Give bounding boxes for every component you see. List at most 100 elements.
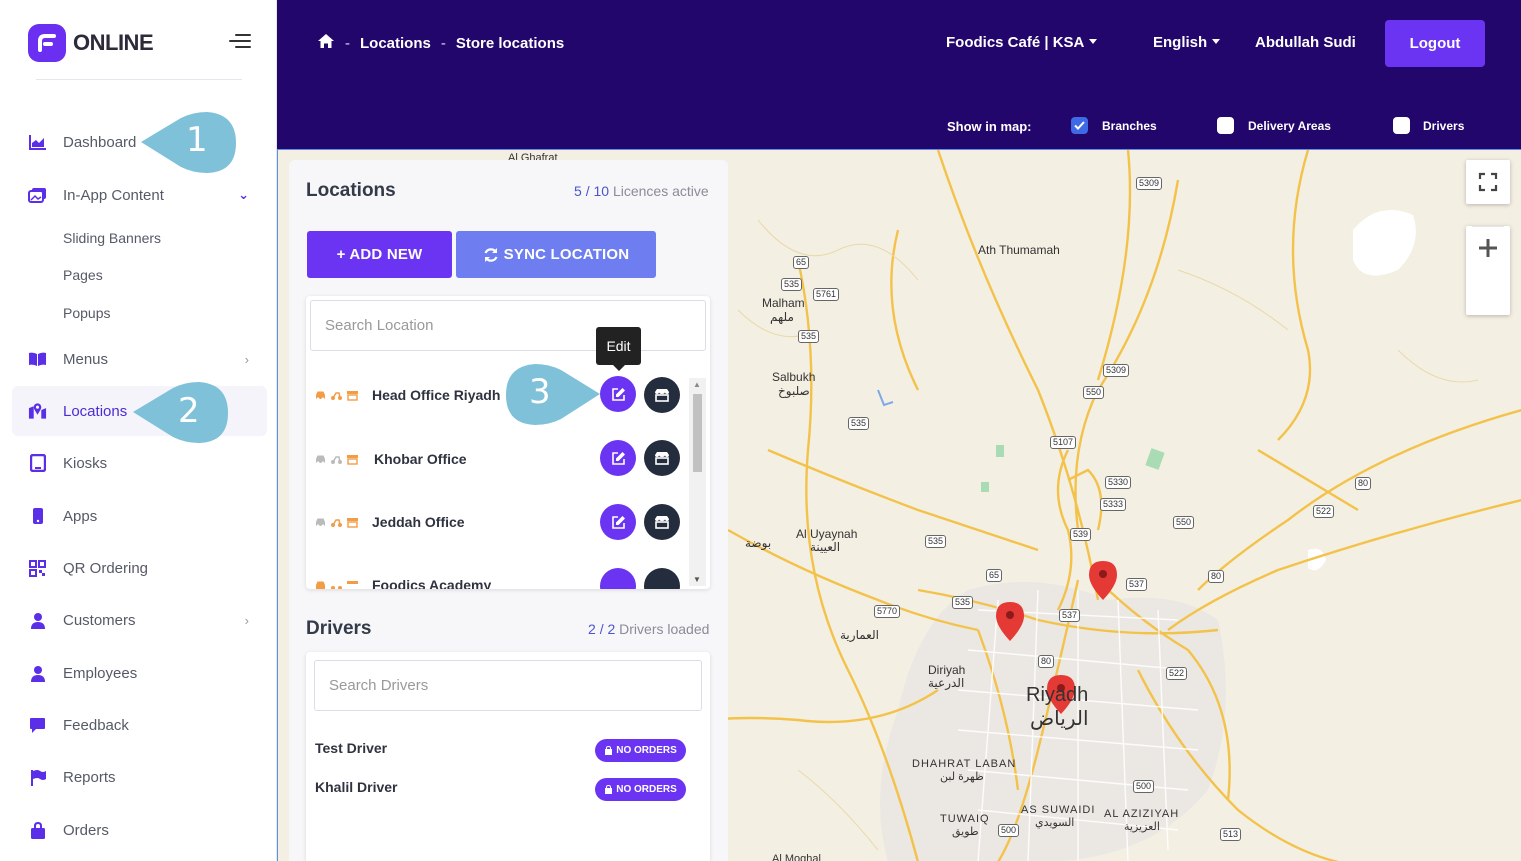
map-place-label: Al Moghal (772, 853, 821, 861)
location-name: Khobar Office (374, 451, 467, 467)
car-icon (316, 518, 325, 528)
road-shield: 522 (1166, 667, 1188, 680)
licences-total-number: 10 (593, 183, 610, 199)
drivers-label: Drivers (1423, 119, 1465, 133)
store-icon (347, 455, 358, 465)
road-shield: 5107 (1050, 436, 1077, 449)
order-types-icons (314, 517, 359, 528)
edit-icon (611, 515, 625, 529)
road-shield: 550 (1083, 386, 1105, 399)
branch-store-button[interactable] (644, 440, 680, 476)
breadcrumb: - Locations - Store locations (317, 33, 564, 53)
chevron-right-icon: › (244, 351, 249, 367)
sidebar-item-menus[interactable]: Menus › (12, 334, 267, 384)
road-shield: 535 (798, 330, 820, 343)
menu-toggle-icon[interactable] (229, 34, 251, 50)
branches-checkbox[interactable] (1071, 117, 1088, 134)
road-shield: 537 (1126, 578, 1148, 591)
sidebar-item-employees[interactable]: Employees (12, 648, 267, 698)
licences-count: 5 / 10 Licences active (574, 183, 709, 199)
store-icon (655, 389, 669, 402)
road-shield: 5770 (874, 605, 901, 618)
home-icon[interactable] (317, 33, 335, 53)
map-place-label: TUWAIQ (940, 813, 990, 825)
edit-location-button[interactable] (600, 376, 636, 412)
language-dropdown[interactable]: English (1153, 34, 1221, 51)
zoom-out-icon[interactable] (1466, 226, 1510, 270)
car-icon (316, 391, 325, 401)
locations-scrollbar[interactable]: ▲ ▼ (689, 378, 706, 586)
language-name: English (1153, 34, 1208, 51)
sidebar-item-label: Employees (63, 664, 138, 682)
sidebar-item-label: Locations (63, 402, 128, 420)
edit-location-button[interactable] (600, 504, 636, 540)
branch-store-button[interactable] (644, 377, 680, 413)
sidebar-item-in-app-content[interactable]: In-App Content ⌄ (12, 170, 267, 220)
drivers-suffix: Drivers loaded (619, 621, 710, 637)
sidebar-item-label: Menus (63, 350, 109, 368)
map-place-label: ملهم (770, 310, 794, 324)
road-shield: 550 (1173, 516, 1195, 529)
road-shield: 513 (1220, 828, 1242, 841)
scrollbar-thumb[interactable] (693, 394, 702, 472)
road-shield: 539 (1070, 528, 1092, 541)
scroll-down-icon[interactable]: ▼ (693, 575, 701, 584)
store-icon (347, 581, 358, 584)
sidebar-item-customers[interactable]: Customers › (12, 595, 267, 645)
road-shield: 5309 (1136, 177, 1163, 190)
sidebar-item-reports[interactable]: Reports (12, 752, 267, 802)
search-location-input[interactable]: Search Location (310, 300, 706, 351)
search-drivers-input[interactable]: Search Drivers (314, 660, 702, 711)
branches-label: Branches (1102, 119, 1157, 133)
business-dropdown[interactable]: Foodics Café | KSA (946, 34, 1098, 51)
sync-location-label: SYNC LOCATION (503, 246, 630, 263)
drivers-title: Drivers (306, 618, 372, 639)
foodics-logo-icon (28, 24, 66, 62)
map-place-label: صلبوخ (778, 384, 810, 398)
map-place-label: العمارية (840, 628, 879, 642)
sidebar-item-apps[interactable]: Apps (12, 491, 267, 541)
breadcrumb-locations[interactable]: Locations (360, 35, 431, 52)
qrcode-icon (28, 559, 47, 578)
user-name[interactable]: Abdullah Sudi (1255, 34, 1356, 51)
sidebar-subitem-sliding-banners[interactable]: Sliding Banners (63, 230, 161, 246)
comment-icon (28, 716, 47, 735)
edit-location-button[interactable] (600, 440, 636, 476)
car-icon (316, 581, 325, 589)
road-shield: 522 (1313, 505, 1335, 518)
branch-store-button[interactable] (644, 568, 680, 589)
delivery-areas-checkbox[interactable] (1217, 117, 1234, 134)
sidebar-item-feedback[interactable]: Feedback (12, 700, 267, 750)
sidebar-item-orders[interactable]: Orders (12, 805, 267, 855)
breadcrumb-store-locations: Store locations (455, 34, 565, 52)
sidebar-subitem-pages[interactable]: Pages (63, 267, 103, 283)
sidebar-item-label: Dashboard (63, 133, 137, 151)
logout-button[interactable]: Logout (1385, 20, 1485, 67)
partial-row-actions (600, 566, 680, 589)
road-shield: 500 (998, 824, 1020, 837)
map-place-label: بوضة (745, 536, 772, 550)
branch-store-button[interactable] (644, 504, 680, 540)
sidebar-subitem-popups[interactable]: Popups (63, 305, 110, 321)
sidebar-item-qr-ordering[interactable]: QR Ordering (12, 543, 267, 593)
map-place-label: Salbukh (772, 370, 816, 384)
sync-location-button[interactable]: SYNC LOCATION (456, 231, 656, 278)
scroll-up-icon[interactable]: ▲ (693, 380, 701, 389)
chevron-right-icon: › (244, 612, 249, 628)
driver-name[interactable]: Test Driver (315, 740, 387, 756)
top-header: - Locations - Store locations Foodics Ca… (277, 0, 1521, 149)
brand[interactable]: ONLINE (28, 24, 154, 62)
sidebar-item-kiosks[interactable]: Kiosks (12, 438, 267, 488)
drivers-checkbox[interactable] (1393, 117, 1410, 134)
map-place-label: السويدي (1035, 817, 1075, 829)
delivery-icon (331, 392, 342, 400)
edit-tooltip: Edit (596, 327, 641, 371)
fullscreen-button[interactable] (1466, 160, 1510, 204)
road-shield: 80 (1208, 570, 1225, 583)
add-new-button[interactable]: + ADD NEW (307, 231, 452, 278)
road-shield: 65 (986, 569, 1003, 582)
user-icon (28, 611, 47, 630)
edit-location-button[interactable] (600, 568, 636, 589)
driver-name[interactable]: Khalil Driver (315, 779, 397, 795)
chevron-down-icon: ⌄ (238, 187, 249, 202)
